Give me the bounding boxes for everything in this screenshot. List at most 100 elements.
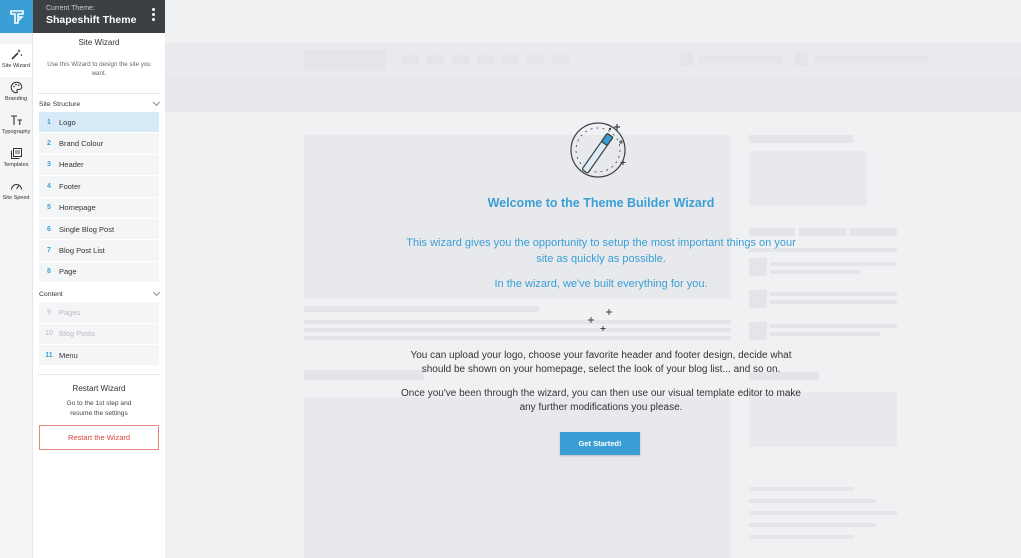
preview-icon-placeholder	[795, 53, 808, 66]
preview-sidebar-line	[770, 270, 860, 274]
site-structure-steps: 1 Logo 2 Brand Colour 3 Header 4 Footer 5 Hom…	[33, 112, 165, 284]
preview-sidebar-line	[749, 487, 853, 491]
theme-name: Shapeshift Theme	[46, 14, 137, 26]
preview-sidebar-title	[749, 135, 853, 143]
step-page[interactable]: 8 Page	[39, 261, 159, 284]
step-label: Pages	[59, 307, 81, 317]
step-homepage[interactable]: 5 Homepage	[39, 197, 159, 219]
step-label: Single Blog Post	[59, 224, 115, 234]
site-structure-section-header[interactable]: Site Structure	[33, 96, 165, 112]
preview-text-line	[304, 328, 731, 332]
step-header[interactable]: 3 Header	[39, 154, 159, 177]
preview-nav-placeholder	[502, 55, 519, 64]
preview-sidebar-line	[770, 324, 897, 328]
preview-sidebar-thumb	[749, 290, 767, 308]
panel-title: Site Wizard	[78, 38, 120, 47]
preview-sidebar-line	[749, 511, 897, 515]
welcome-modify-note: Once you've been through the wizard, you…	[401, 388, 801, 413]
rail-label: Site Wizard	[1, 63, 31, 69]
step-number: 2	[47, 140, 51, 148]
step-blog-posts: 10 Blog Posts	[39, 323, 159, 345]
typography-icon	[10, 115, 22, 125]
restart-wizard-button[interactable]: Restart the Wizard	[39, 425, 159, 451]
step-number: 9	[47, 308, 51, 316]
step-brand-colour[interactable]: 2 Brand Colour	[39, 133, 159, 155]
preview-text-line	[304, 320, 731, 324]
preview-sidebar-tab	[749, 228, 795, 236]
sidebar-rail: Site Wizard Branding Typography Template…	[0, 33, 33, 558]
rail-item-site-wizard[interactable]: Site Wizard	[0, 44, 32, 77]
rail-item-typography[interactable]: Typography	[0, 110, 32, 143]
palette-icon	[10, 81, 22, 94]
more-options-icon[interactable]	[152, 8, 156, 21]
current-theme-caption: Current Theme:	[46, 5, 95, 12]
rail-item-templates[interactable]: Templates	[0, 143, 32, 176]
preview-sidebar-line	[770, 300, 897, 304]
step-number: 4	[47, 182, 51, 190]
step-label: Homepage	[59, 203, 96, 213]
step-blog-post-list[interactable]: 7 Blog Post List	[39, 240, 159, 262]
preview-sidebar-line	[770, 292, 897, 296]
step-label: Blog Posts	[59, 329, 95, 339]
preview-hero-image	[304, 135, 731, 299]
preview-nav-placeholder	[552, 55, 569, 64]
restart-title: Restart Wizard	[72, 384, 126, 394]
step-number: 1	[47, 118, 51, 126]
preview-nav-placeholder	[452, 55, 469, 64]
preview-nav-placeholder	[402, 55, 419, 64]
step-footer[interactable]: 4 Footer	[39, 176, 159, 198]
magic-wand-icon	[570, 122, 626, 178]
rail-label: Branding	[4, 96, 28, 102]
step-label: Menu	[59, 350, 78, 360]
preview-sidebar-line	[749, 523, 876, 527]
preview-image-placeholder	[304, 397, 731, 558]
current-theme-header: Current Theme: Shapeshift Theme	[33, 0, 165, 33]
preview-sidebar-line	[749, 499, 876, 503]
preview-text-line	[304, 306, 539, 312]
restart-description: Go to the 1st step and resume the settin…	[66, 400, 132, 418]
divider	[38, 93, 160, 94]
preview-sidebar-line	[770, 332, 880, 336]
step-number: 8	[47, 268, 51, 276]
step-label: Header	[59, 160, 84, 170]
restart-section: Restart Wizard Go to the 1st step and re…	[33, 375, 165, 419]
preview-text-line	[304, 336, 731, 340]
preview-sidebar-tab	[850, 228, 897, 236]
rail-label: Templates	[3, 162, 29, 168]
content-section-header[interactable]: Content	[33, 286, 165, 302]
preview-logo-placeholder	[304, 50, 386, 69]
step-label: Page	[59, 267, 77, 277]
content-steps: 9 Pages 10 Blog Posts 11 Menu	[33, 302, 165, 367]
welcome-built-note: In the wizard, we've built everything fo…	[494, 278, 708, 290]
step-number: 11	[45, 351, 53, 359]
templates-icon	[10, 148, 22, 159]
rail-item-site-speed[interactable]: Site Speed	[0, 176, 32, 209]
step-pages: 9 Pages	[39, 302, 159, 324]
get-started-button[interactable]: Get Started!	[560, 432, 640, 455]
section-title: Content	[39, 290, 63, 298]
sparkle-icon	[588, 309, 612, 331]
rail-label: Site Speed	[2, 195, 30, 201]
step-menu[interactable]: 11 Menu	[39, 344, 159, 367]
preview-nav-placeholder	[527, 55, 544, 64]
magic-wand-icon	[10, 49, 22, 60]
preview-nav-placeholder	[427, 55, 444, 64]
step-logo[interactable]: 1 Logo	[39, 112, 159, 134]
step-number: 3	[47, 161, 51, 169]
step-label: Footer	[59, 181, 81, 191]
chevron-down-icon	[152, 98, 161, 107]
preview-sidebar-tab	[799, 228, 846, 236]
section-title: Site Structure	[39, 100, 81, 108]
step-number: 5	[47, 204, 51, 212]
rail-label: Typography	[1, 129, 31, 135]
rail-item-branding[interactable]: Branding	[0, 77, 32, 110]
app-logo[interactable]	[0, 0, 33, 33]
preview-sidebar-thumb	[749, 322, 767, 340]
step-label: Blog Post List	[59, 246, 105, 256]
step-single-blog-post[interactable]: 6 Single Blog Post	[39, 218, 159, 241]
logo-icon	[9, 9, 24, 24]
preview-icon-placeholder	[680, 53, 693, 66]
speedometer-icon	[10, 184, 22, 190]
welcome-intro: This wizard gives you the opportunity to…	[406, 237, 796, 265]
welcome-title: Welcome to the Theme Builder Wizard	[487, 196, 715, 210]
